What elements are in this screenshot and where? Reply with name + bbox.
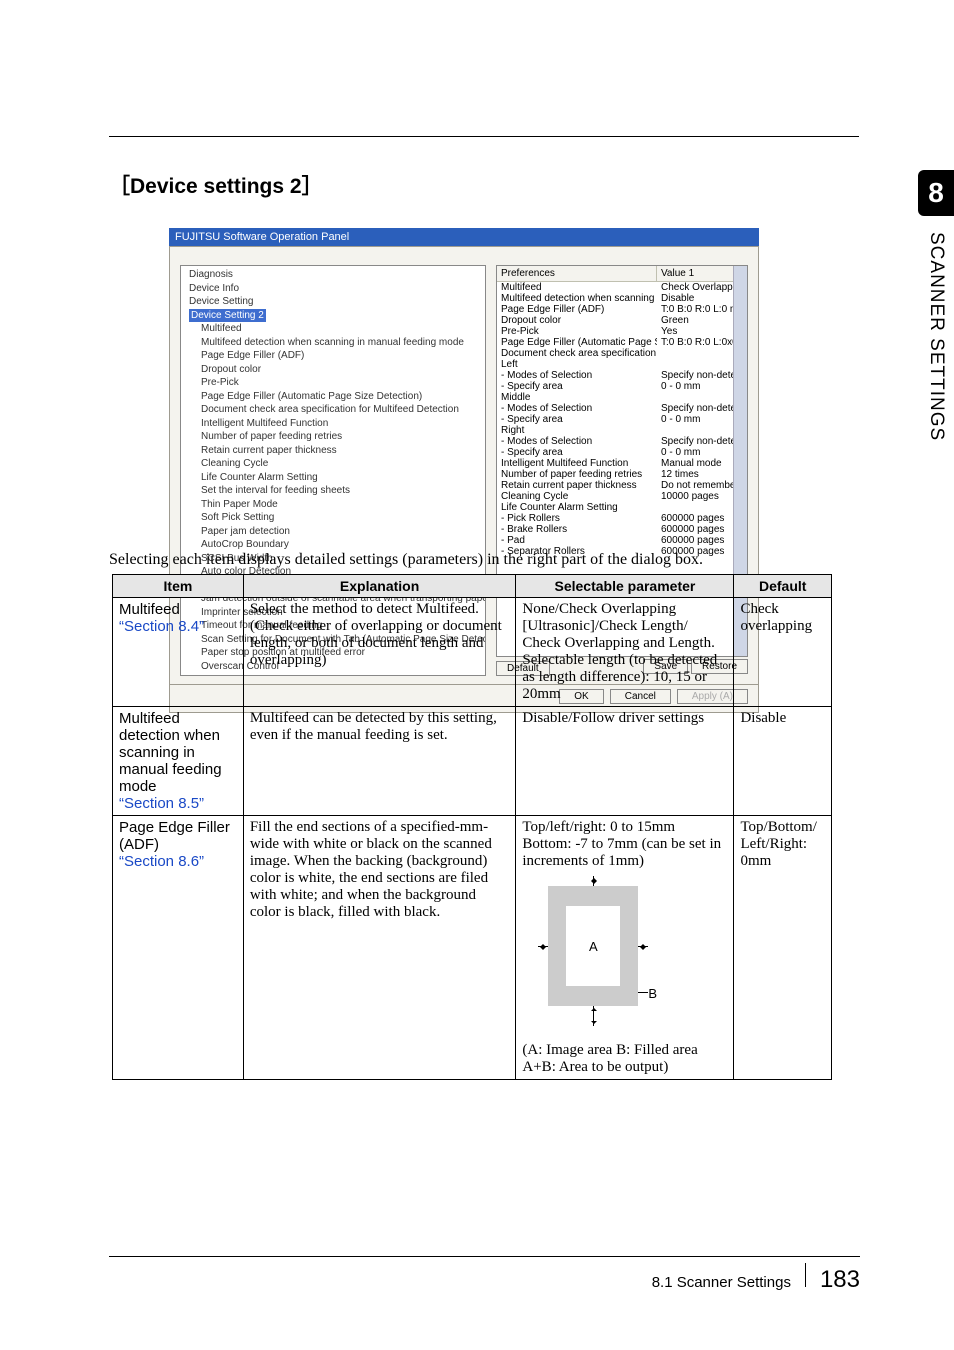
tree-item[interactable]: Thin Paper Mode	[185, 498, 481, 512]
section-heading: ［Device settings 2］	[109, 170, 323, 200]
section-link[interactable]: “Section 8.6”	[119, 853, 204, 870]
caption-text: Selecting each item displays detailed se…	[109, 551, 703, 569]
pref-row[interactable]: - Specify area0 - 0 mm	[497, 414, 747, 425]
table-row: Multifeed detection when scanning in man…	[113, 707, 832, 816]
pref-row[interactable]: - Specify area0 - 0 mm	[497, 381, 747, 392]
default-value: Disable	[734, 707, 832, 816]
explanation: Multifeed can be detected by this settin…	[243, 707, 516, 816]
pref-row[interactable]: - Pick Rollers600000 pages	[497, 513, 747, 524]
tree-item[interactable]: Multifeed detection when scanning in man…	[185, 336, 481, 350]
tree-item[interactable]: Retain current paper thickness	[185, 444, 481, 458]
fill-area-diagram: A B	[528, 876, 658, 1036]
param-text-top: Top/left/right: 0 to 15mm Bottom: -7 to …	[522, 819, 727, 870]
pref-row[interactable]: - Brake Rollers600000 pages	[497, 524, 747, 535]
tree-item[interactable]: Intelligent Multifeed Function	[185, 417, 481, 431]
tree-item[interactable]: Device Info	[185, 282, 481, 296]
pref-row[interactable]: Intelligent Multifeed FunctionManual mod…	[497, 458, 747, 469]
default-value: Top/Bottom/ Left/Right: 0mm	[734, 816, 832, 1080]
dialog-title: FUJITSU Software Operation Panel	[169, 228, 759, 246]
table-row: Multifeed “Section 8.4” Select the metho…	[113, 598, 832, 707]
default-value: Check overlapping	[734, 598, 832, 707]
pref-row[interactable]: - Modes of SelectionSpecify non-detectio…	[497, 403, 747, 414]
col-selectable: Selectable parameter	[516, 575, 734, 598]
tree-item[interactable]: Device Setting	[185, 295, 481, 309]
tree-item[interactable]: Multifeed	[185, 322, 481, 336]
footer-divider	[805, 1263, 806, 1287]
settings-spec-table: Item Explanation Selectable parameter De…	[112, 574, 832, 1080]
col-default: Default	[734, 575, 832, 598]
chapter-label: SCANNER SETTINGS	[925, 232, 947, 441]
diagram-label-a: A	[566, 906, 620, 986]
col-explanation: Explanation	[243, 575, 516, 598]
pref-row[interactable]: Right	[497, 425, 747, 436]
footer-page: 183	[820, 1266, 860, 1294]
tree-item[interactable]: Paper jam detection	[185, 525, 481, 539]
tree-item[interactable]: Pre-Pick	[185, 376, 481, 390]
tree-item[interactable]: Document check area specification for Mu…	[185, 403, 481, 417]
pref-row[interactable]: - Specify area0 - 0 mm	[497, 447, 747, 458]
section-link[interactable]: “Section 8.4”	[119, 618, 204, 635]
section-link[interactable]: “Section 8.5”	[119, 795, 204, 812]
chapter-number: 8	[918, 170, 954, 216]
tree-item[interactable]: Soft Pick Setting	[185, 511, 481, 525]
pref-row[interactable]: Page Edge Filler (Automatic Page Size ..…	[497, 337, 747, 348]
pref-row[interactable]: Dropout colorGreen	[497, 315, 747, 326]
tree-item[interactable]: Diagnosis	[185, 268, 481, 282]
tree-item[interactable]: Dropout color	[185, 363, 481, 377]
tree-item[interactable]: Life Counter Alarm Setting	[185, 471, 481, 485]
selectable-param: Disable/Follow driver settings	[516, 707, 734, 816]
tree-item[interactable]: Cleaning Cycle	[185, 457, 481, 471]
pref-header-name: Preferences	[497, 266, 657, 281]
pref-row[interactable]: MultifeedCheck Overlapping(Ul...	[497, 282, 747, 293]
table-row: Page Edge Filler (ADF) “Section 8.6” Fil…	[113, 816, 832, 1080]
explanation: Fill the end sections of a specified-mm-…	[243, 816, 516, 1080]
tree-item[interactable]: Page Edge Filler (ADF)	[185, 349, 481, 363]
selectable-param: None/Check Overlapping [Ultrasonic]/Chec…	[516, 598, 734, 707]
tree-item[interactable]: Number of paper feeding retries	[185, 430, 481, 444]
pref-row[interactable]: - Modes of SelectionSpecify non-detectio…	[497, 370, 747, 381]
tree-item[interactable]: Page Edge Filler (Automatic Page Size De…	[185, 390, 481, 404]
pref-row[interactable]: Cleaning Cycle10000 pages	[497, 491, 747, 502]
pref-row[interactable]: Left	[497, 359, 747, 370]
explanation: Select the method to detect Multifeed. (…	[243, 598, 516, 707]
item-name: Page Edge Filler (ADF)	[119, 819, 230, 853]
item-name: Multifeed detection when scanning in man…	[119, 710, 222, 795]
tree-item[interactable]: Set the interval for feeding sheets	[185, 484, 481, 498]
top-rule	[109, 136, 859, 137]
chapter-tab: 8 SCANNER SETTINGS	[918, 170, 954, 441]
footer-section: 8.1 Scanner Settings	[652, 1274, 791, 1291]
pref-row[interactable]: Number of paper feeding retries12 times	[497, 469, 747, 480]
tree-item[interactable]: Device Setting 2	[185, 309, 481, 323]
pref-row[interactable]: - Modes of SelectionSpecify non-detectio…	[497, 436, 747, 447]
pref-row[interactable]: Retain current paper thicknessDo not rem…	[497, 480, 747, 491]
selectable-param: Top/left/right: 0 to 15mm Bottom: -7 to …	[516, 816, 734, 1080]
diagram-label-b: B	[648, 986, 657, 1001]
col-item: Item	[113, 575, 244, 598]
pref-row[interactable]: Middle	[497, 392, 747, 403]
page-footer: 8.1 Scanner Settings 183	[109, 1256, 860, 1294]
pref-row[interactable]: Pre-PickYes	[497, 326, 747, 337]
pref-row[interactable]: Life Counter Alarm Setting	[497, 502, 747, 513]
pref-row[interactable]: Multifeed detection when scanning in m..…	[497, 293, 747, 304]
param-text-bottom: (A: Image area B: Filled area A+B: Area …	[522, 1042, 727, 1076]
pref-row[interactable]: - Pad600000 pages	[497, 535, 747, 546]
tree-item[interactable]: AutoCrop Boundary	[185, 538, 481, 552]
item-name: Multifeed	[119, 601, 180, 618]
pref-row[interactable]: Document check area specification for ..…	[497, 348, 747, 359]
pref-row[interactable]: Page Edge Filler (ADF)T:0 B:0 R:0 L:0 mm	[497, 304, 747, 315]
